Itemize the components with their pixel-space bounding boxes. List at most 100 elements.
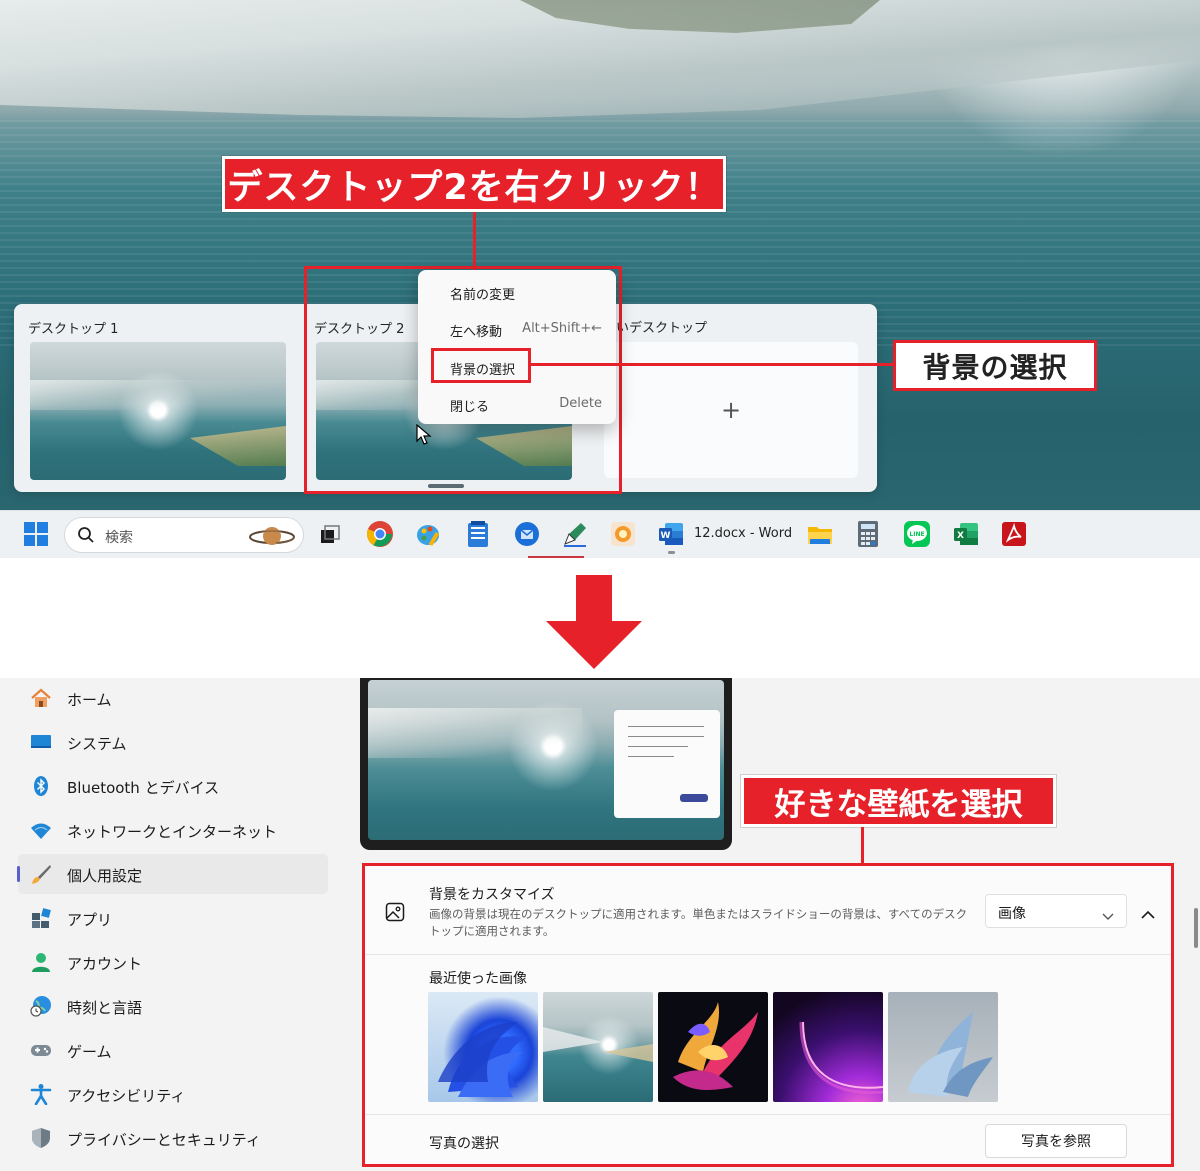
menu-item-label: 名前の変更 xyxy=(450,288,516,303)
callout-right-click: デスクトップ2を右クリック！ xyxy=(222,156,726,212)
word-window-label[interactable]: 12.docx - Word xyxy=(694,526,792,541)
chrome-icon[interactable] xyxy=(365,519,395,549)
menu-item-shortcut: Delete xyxy=(559,396,602,411)
scrollbar-thumb[interactable] xyxy=(1194,908,1198,948)
sidebar-item-label: ゲーム xyxy=(67,1043,112,1061)
paint-icon[interactable] xyxy=(414,519,444,549)
account-icon xyxy=(30,951,52,973)
calculator-icon[interactable] xyxy=(853,519,883,549)
choose-photo-title: 写真の選択 xyxy=(429,1136,499,1152)
settings-sidebar: ホーム システム Bluetooth とデバイス ネットワークとインターネット … xyxy=(0,678,340,1171)
word-icon[interactable]: W xyxy=(656,519,686,549)
browse-photos-button[interactable]: 写真を参照 xyxy=(985,1124,1127,1158)
desktop-thumbnail[interactable] xyxy=(30,342,286,480)
sidebar-item-network[interactable]: ネットワークとインターネット xyxy=(18,810,328,850)
callout-connector xyxy=(473,212,476,270)
svg-text:LINE: LINE xyxy=(909,531,924,538)
pen-app-icon[interactable] xyxy=(560,519,590,549)
recent-image-bloom-grey[interactable] xyxy=(888,992,998,1102)
system-icon xyxy=(30,731,52,753)
sidebar-item-home[interactable]: ホーム xyxy=(18,678,328,718)
svg-text:W: W xyxy=(661,531,671,541)
recent-image-lake[interactable] xyxy=(543,992,653,1102)
line-icon[interactable]: LINE xyxy=(902,519,932,549)
sidebar-item-personalization[interactable]: 個人用設定 xyxy=(17,854,328,894)
search-highlight-planet-icon xyxy=(249,523,295,549)
sidebar-item-label: プライバシーとセキュリティ xyxy=(67,1131,261,1149)
sidebar-item-privacy[interactable]: プライバシーとセキュリティ xyxy=(18,1118,328,1158)
background-description: 画像の背景は現在のデスクトップに適用されます。単色またはスライドショーの背景は、… xyxy=(429,907,968,938)
row-divider xyxy=(365,954,1171,955)
preview-wallpaper xyxy=(368,680,724,840)
word-running-indicator xyxy=(668,551,675,554)
highlight-choose-background xyxy=(431,348,531,383)
menu-item-label: 左へ移動 xyxy=(450,325,503,340)
file-explorer-icon[interactable] xyxy=(805,519,835,549)
photo-app-icon[interactable] xyxy=(608,519,638,549)
sidebar-item-label: 個人用設定 xyxy=(67,867,143,885)
sidebar-item-system[interactable]: システム xyxy=(18,722,328,762)
sidebar-item-accessibility[interactable]: アクセシビリティ xyxy=(18,1074,328,1114)
background-type-dropdown[interactable]: 画像 xyxy=(985,894,1127,928)
task-view-icon[interactable] xyxy=(315,519,345,549)
recent-image-purple-glow[interactable] xyxy=(773,992,883,1102)
start-icon[interactable] xyxy=(21,519,51,549)
callout-choose-wallpaper: 好きな壁紙を選択 xyxy=(741,775,1056,827)
thunderbird-icon[interactable] xyxy=(512,519,542,549)
sidebar-item-gaming[interactable]: ゲーム xyxy=(18,1030,328,1070)
sidebar-item-label: アプリ xyxy=(67,911,113,929)
row-divider xyxy=(365,1114,1171,1115)
desktop-title: デスクトップ 1 xyxy=(28,322,119,337)
callout-connector xyxy=(531,363,895,366)
sidebar-item-bluetooth[interactable]: Bluetooth とデバイス xyxy=(18,766,328,806)
callout-connector xyxy=(861,827,864,863)
excel-icon[interactable]: X xyxy=(951,519,981,549)
chevron-up-icon[interactable] xyxy=(1141,904,1155,923)
bluetooth-icon xyxy=(30,775,52,797)
sidebar-item-label: アクセシビリティ xyxy=(67,1087,186,1105)
globe-clock-icon xyxy=(30,995,52,1017)
chevron-down-icon xyxy=(1102,906,1114,925)
gamepad-icon xyxy=(30,1039,52,1061)
accessibility-icon xyxy=(30,1083,52,1106)
sidebar-item-label: システム xyxy=(67,735,127,753)
menu-item-rename[interactable]: 名前の変更 xyxy=(418,276,616,308)
notepad-icon[interactable] xyxy=(463,519,493,549)
sidebar-item-label: ネットワークとインターネット xyxy=(67,823,278,841)
desktop-preview xyxy=(360,678,732,850)
sidebar-item-accounts[interactable]: アカウント xyxy=(18,942,328,982)
taskbar: 検索 W 12.docx - Word LINE X xyxy=(0,510,1200,558)
recent-images-title: 最近使った画像 xyxy=(429,971,527,987)
sidebar-item-time-language[interactable]: 時刻と言語 xyxy=(18,986,328,1026)
menu-item-move-left[interactable]: 左へ移動 Alt+Shift+← xyxy=(418,313,616,345)
recent-image-colorful-flower[interactable] xyxy=(658,992,768,1102)
background-title: 背景をカスタマイズ xyxy=(429,887,555,903)
thunderbird-active-indicator xyxy=(528,556,584,558)
menu-item-label: 閉じる xyxy=(450,400,490,415)
sidebar-item-apps[interactable]: アプリ xyxy=(18,898,328,938)
preview-window-mock xyxy=(614,710,720,818)
image-icon xyxy=(385,902,405,926)
acrobat-icon[interactable] xyxy=(999,519,1029,549)
recent-image-bloom-blue[interactable] xyxy=(428,992,538,1102)
sidebar-item-label: ホーム xyxy=(67,691,112,709)
apps-icon xyxy=(30,907,52,929)
svg-text:X: X xyxy=(957,531,964,541)
search-placeholder: 検索 xyxy=(105,530,133,546)
desktop-card-1[interactable]: デスクトップ 1 xyxy=(14,312,304,484)
wifi-icon xyxy=(30,819,52,841)
selection-indicator xyxy=(17,866,20,882)
sidebar-item-label: アカウント xyxy=(67,955,143,973)
menu-item-shortcut: Alt+Shift+← xyxy=(522,321,602,336)
search-icon xyxy=(77,526,95,548)
context-menu: 名前の変更 左へ移動 Alt+Shift+← 背景の選択 閉じる Delete xyxy=(418,270,616,424)
menu-item-close[interactable]: 閉じる Delete xyxy=(418,388,616,420)
background-settings-panel: 背景をカスタマイズ 画像の背景は現在のデスクトップに適用されます。単色またはスラ… xyxy=(362,863,1174,1167)
sidebar-item-label: Bluetooth とデバイス xyxy=(67,779,220,797)
home-icon xyxy=(30,687,52,709)
sidebar-item-label: 時刻と言語 xyxy=(67,999,143,1017)
taskbar-search[interactable]: 検索 xyxy=(64,517,304,553)
settings-scrollbar[interactable] xyxy=(1194,680,1198,1170)
callout-background-select: 背景の選択 xyxy=(893,340,1097,391)
shield-icon xyxy=(30,1127,52,1149)
